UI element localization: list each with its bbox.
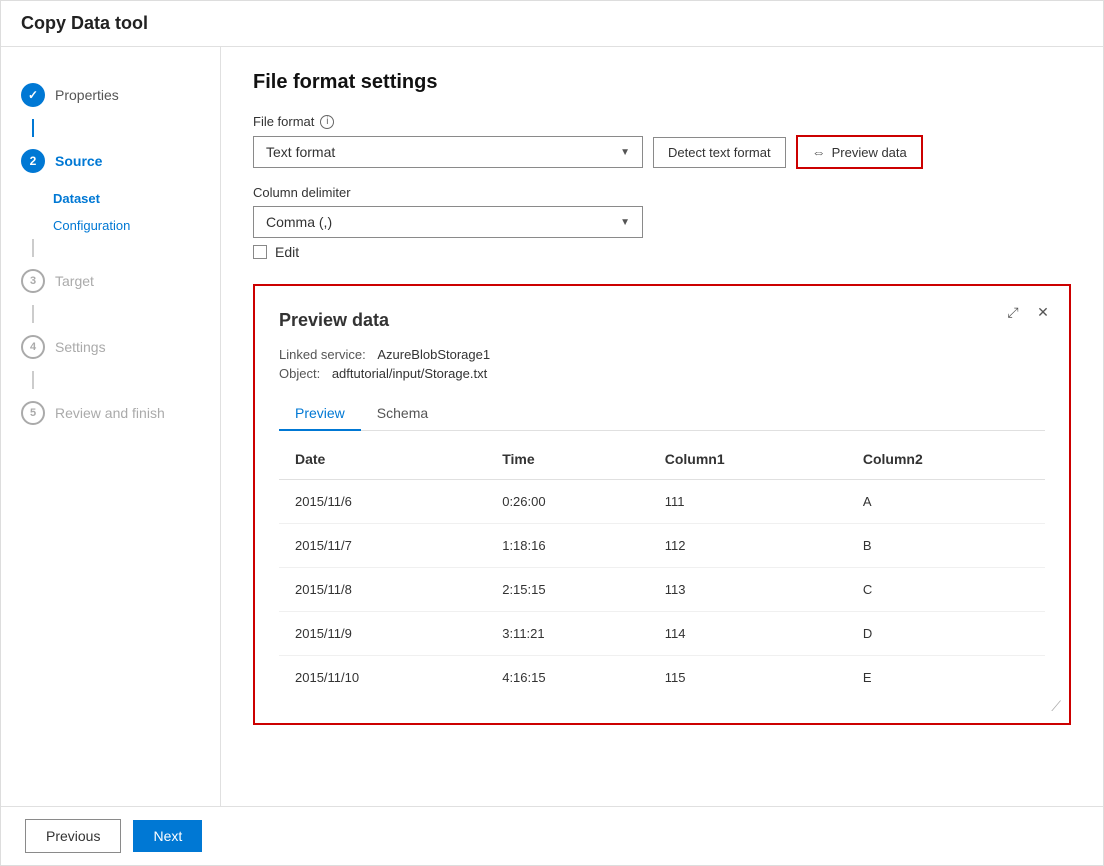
column-delimiter-dropdown[interactable]: Comma (,) ▼ xyxy=(253,206,643,238)
edit-checkbox[interactable] xyxy=(253,245,267,259)
file-format-dropdown[interactable]: Text format ▼ xyxy=(253,136,643,168)
preview-panel: ⤢ ✕ Preview data Linked service: AzureBl… xyxy=(253,284,1071,725)
table-cell: D xyxy=(847,612,1045,656)
sidebar-label-source: Source xyxy=(55,153,102,169)
nav-badge-properties: ✓ xyxy=(21,83,45,107)
nav-badge-target: 3 xyxy=(21,269,45,293)
table-cell: 2015/11/7 xyxy=(279,524,486,568)
table-cell: 3:11:21 xyxy=(486,612,649,656)
table-cell: B xyxy=(847,524,1045,568)
preview-tabs: Preview Schema xyxy=(279,397,1045,431)
main-content: ✓ Properties 2 Source Dataset Configurat… xyxy=(1,47,1103,806)
sidebar-item-review[interactable]: 5 Review and finish xyxy=(1,389,220,437)
preview-panel-title: Preview data xyxy=(279,310,1045,331)
tab-schema[interactable]: Schema xyxy=(361,397,444,431)
linked-service-row: Linked service: AzureBlobStorage1 xyxy=(279,347,1045,362)
object-label: Object: xyxy=(279,366,320,381)
table-cell: 112 xyxy=(649,524,847,568)
detect-text-format-button[interactable]: Detect text format xyxy=(653,137,786,168)
connector-4 xyxy=(32,371,34,389)
table-row: 2015/11/60:26:00111A xyxy=(279,480,1045,524)
app-title: Copy Data tool xyxy=(21,13,1083,34)
object-value: adftutorial/input/Storage.txt xyxy=(332,366,487,381)
dropdown-arrow-icon: ▼ xyxy=(620,147,630,158)
table-row: 2015/11/71:18:16112B xyxy=(279,524,1045,568)
sidebar-label-target: Target xyxy=(55,273,94,289)
sidebar-item-configuration[interactable]: Configuration xyxy=(1,212,220,239)
file-format-row: Text format ▼ Detect text format ⇔ Previ… xyxy=(253,135,1071,169)
connector-3 xyxy=(32,305,34,323)
sidebar-label-configuration: Configuration xyxy=(53,218,130,233)
table-cell: C xyxy=(847,568,1045,612)
col-header-column2: Column2 xyxy=(847,439,1045,480)
sidebar-label-properties: Properties xyxy=(55,87,119,103)
info-icon[interactable]: i xyxy=(320,115,334,129)
previous-button[interactable]: Previous xyxy=(25,819,121,853)
object-row: Object: adftutorial/input/Storage.txt xyxy=(279,366,1045,381)
nav-badge-review: 5 xyxy=(21,401,45,425)
table-cell: 0:26:00 xyxy=(486,480,649,524)
col-header-column1: Column1 xyxy=(649,439,847,480)
table-row: 2015/11/93:11:21114D xyxy=(279,612,1045,656)
bottom-bar: Previous Next xyxy=(1,806,1103,865)
sidebar-item-settings[interactable]: 4 Settings xyxy=(1,323,220,371)
right-panel: File format settings File format i Text … xyxy=(221,47,1103,806)
table-cell: 2015/11/9 xyxy=(279,612,486,656)
col-header-time: Time xyxy=(486,439,649,480)
preview-table: Date Time Column1 Column2 2015/11/60:26:… xyxy=(279,439,1045,699)
table-cell: 2:15:15 xyxy=(486,568,649,612)
table-row: 2015/11/104:16:15115E xyxy=(279,656,1045,700)
sidebar-label-dataset: Dataset xyxy=(53,191,100,206)
table-cell: A xyxy=(847,480,1045,524)
table-cell: E xyxy=(847,656,1045,700)
edit-checkbox-row: Edit xyxy=(253,244,1071,260)
table-cell: 2015/11/10 xyxy=(279,656,486,700)
section-title: File format settings xyxy=(253,71,1071,94)
table-cell: 111 xyxy=(649,480,847,524)
column-delimiter-group: Column delimiter Comma (,) ▼ Edit xyxy=(253,185,1071,260)
nav-badge-settings: 4 xyxy=(21,335,45,359)
title-bar: Copy Data tool xyxy=(1,1,1103,47)
table-row: 2015/11/82:15:15113C xyxy=(279,568,1045,612)
sidebar: ✓ Properties 2 Source Dataset Configurat… xyxy=(1,47,221,806)
panel-controls: ⤢ ✕ xyxy=(1003,302,1053,322)
table-cell: 115 xyxy=(649,656,847,700)
column-delimiter-label: Column delimiter xyxy=(253,185,1071,200)
sidebar-label-review: Review and finish xyxy=(55,405,165,421)
linked-service-label: Linked service: xyxy=(279,347,366,362)
sidebar-label-settings: Settings xyxy=(55,339,106,355)
expand-icon[interactable]: ⤢ xyxy=(1003,302,1023,322)
tab-preview[interactable]: Preview xyxy=(279,397,361,431)
table-cell: 2015/11/6 xyxy=(279,480,486,524)
file-format-label: File format i xyxy=(253,114,1071,129)
resize-handle-icon[interactable]: ⟋ xyxy=(1051,698,1061,715)
delimiter-dropdown-arrow-icon: ▼ xyxy=(620,217,630,228)
table-cell: 114 xyxy=(649,612,847,656)
table-cell: 1:18:16 xyxy=(486,524,649,568)
table-cell: 113 xyxy=(649,568,847,612)
preview-data-button[interactable]: ⇔ Preview data xyxy=(796,135,923,169)
app-container: Copy Data tool ✓ Properties 2 Source Dat… xyxy=(0,0,1104,866)
link-icon: ⇔ xyxy=(812,144,826,160)
table-cell: 2015/11/8 xyxy=(279,568,486,612)
close-icon[interactable]: ✕ xyxy=(1033,302,1053,322)
connector-2 xyxy=(32,239,34,257)
nav-badge-source: 2 xyxy=(21,149,45,173)
connector-1 xyxy=(32,119,34,137)
sidebar-item-source[interactable]: 2 Source xyxy=(1,137,220,185)
sidebar-item-dataset[interactable]: Dataset xyxy=(1,185,220,212)
sidebar-item-properties[interactable]: ✓ Properties xyxy=(1,71,220,119)
linked-service-value: AzureBlobStorage1 xyxy=(377,347,490,362)
col-header-date: Date xyxy=(279,439,486,480)
next-button[interactable]: Next xyxy=(133,820,202,852)
table-cell: 4:16:15 xyxy=(486,656,649,700)
edit-label: Edit xyxy=(275,244,299,260)
sidebar-item-target[interactable]: 3 Target xyxy=(1,257,220,305)
